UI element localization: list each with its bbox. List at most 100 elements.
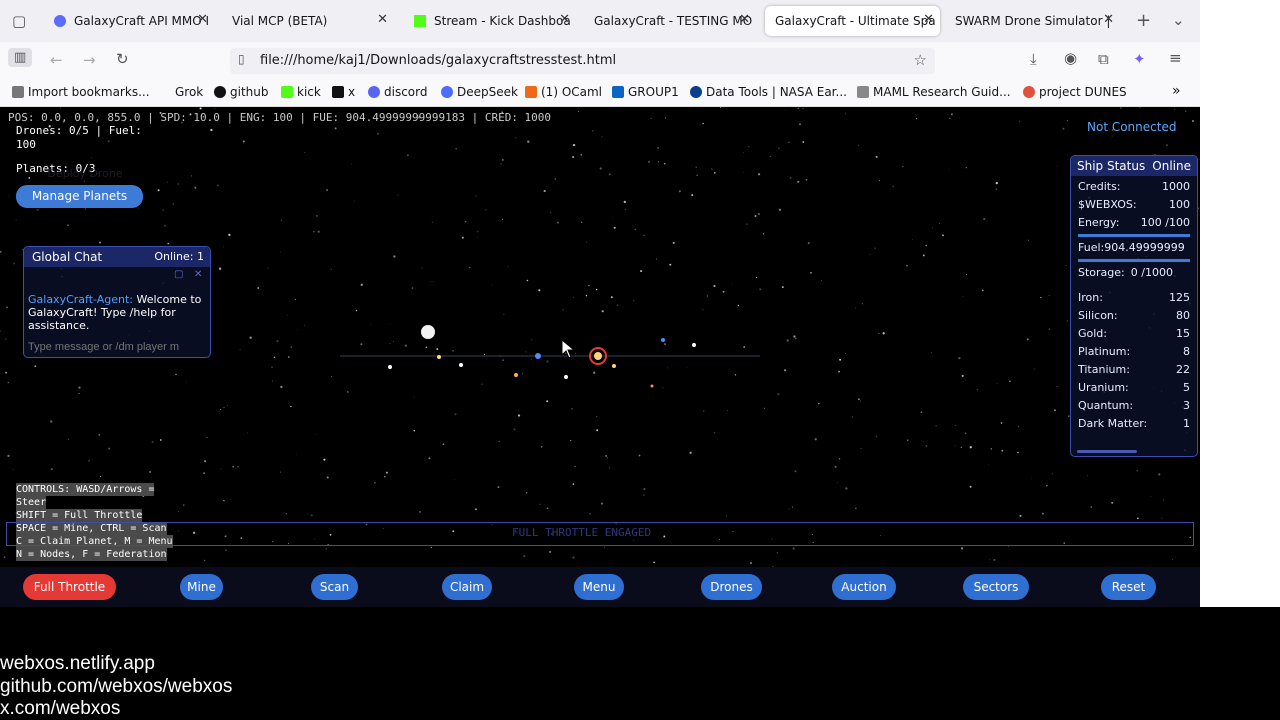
close-icon[interactable]: ✕ (923, 12, 934, 27)
connection-status: Not Connected (1087, 120, 1177, 134)
close-icon[interactable]: ✕ (377, 12, 388, 27)
bookmark-import[interactable]: Import bookmarks... (12, 85, 150, 99)
bookmarks-bar: Import bookmarks... Grok github kick x d… (0, 80, 1200, 107)
bookmark-discord[interactable]: discord (368, 85, 427, 99)
bookmarks-overflow-icon[interactable]: » (1172, 83, 1181, 99)
menu-button[interactable]: Menu (574, 574, 624, 600)
sun[interactable] (594, 352, 602, 360)
x-icon (332, 86, 344, 98)
credits-row: Credits: 1000 (1078, 180, 1190, 198)
resource-value: 22 (1176, 363, 1190, 376)
tab-galaxycraft-api[interactable]: GalaxyCraft API MMO I ✕ (44, 6, 214, 36)
controls-line: CONTROLS: WASD/Arrows = (16, 483, 155, 496)
bookmark-nasa[interactable]: Data Tools | NASA Ear... (690, 85, 847, 99)
bookmark-ocaml[interactable]: (1) OCaml (525, 85, 602, 99)
storage-label: Storage: (1078, 266, 1125, 279)
forward-icon[interactable]: → (83, 51, 96, 69)
bookmark-x[interactable]: x (332, 85, 355, 99)
back-icon[interactable]: ← (50, 51, 63, 69)
url-bar[interactable]: ▯ file:///home/kaj1/Downloads/galaxycraf… (230, 48, 935, 74)
bookmark-label: discord (384, 85, 428, 99)
sidebar-icon[interactable]: ▥ (8, 48, 33, 67)
tab-swarm-drone[interactable]: SWARM Drone Simulator | ✕ (945, 6, 1120, 36)
deploy-drone-button[interactable]: Deploy Drone (30, 165, 140, 183)
bookmark-label: Data Tools | NASA Ear... (706, 85, 847, 99)
scan-button[interactable]: Scan (311, 574, 358, 600)
manage-planets-button[interactable]: Manage Planets (16, 185, 143, 208)
claim-button[interactable]: Claim (442, 574, 492, 600)
chat-online-count: Online: 1 (154, 250, 204, 263)
planet-blue[interactable] (535, 353, 541, 359)
sectors-button[interactable]: Sectors (963, 574, 1029, 600)
footer-link-github: github.com/webxos/webxos (0, 676, 233, 697)
webxos-value: 100 (1169, 198, 1190, 211)
drones-button[interactable]: Drones (701, 574, 762, 600)
bookmark-group1[interactable]: GROUP1 (612, 85, 679, 99)
tab-title: Vial MCP (BETA) (232, 14, 328, 28)
resource-row: Silicon: 80 (1078, 309, 1190, 327)
url-text[interactable]: file:///home/kaj1/Downloads/galaxycrafts… (260, 53, 616, 68)
extensions-icon[interactable]: ⧉ (1098, 50, 1109, 68)
tab-overview-icon[interactable]: ▢ (12, 12, 26, 30)
resource-value: 8 (1183, 345, 1190, 358)
tab-title: GalaxyCraft API MMO I (74, 14, 210, 28)
chat-input[interactable] (26, 339, 208, 355)
nasa-icon (690, 86, 702, 98)
ship-status-header: Ship Status Online (1071, 156, 1197, 176)
resource-row: Titanium: 22 (1078, 363, 1190, 381)
tab-galaxycraft-ultimate[interactable]: GalaxyCraft - Ultimate Spa ✕ (765, 6, 940, 36)
resource-name: Platinum: (1078, 345, 1131, 358)
bookmark-star-icon[interactable]: ☆ (914, 51, 927, 69)
close-icon[interactable]: ✕ (739, 12, 750, 27)
menu-icon[interactable]: ≡ (1169, 49, 1182, 67)
bookmark-github[interactable]: github (214, 85, 268, 99)
chat-title: Global Chat (32, 250, 103, 264)
minimize-icon[interactable]: ▢ (174, 269, 183, 280)
new-tab-icon[interactable]: + (1136, 10, 1151, 31)
ship-status-panel: Ship Status Online Credits: 1000 $WEBXOS:… (1070, 155, 1198, 457)
full-throttle-button[interactable]: Full Throttle (23, 574, 116, 600)
page-info-icon[interactable]: ▯ (238, 52, 245, 66)
bookmark-deepseek[interactable]: DeepSeek (441, 85, 518, 99)
reload-icon[interactable]: ↻ (116, 50, 129, 68)
hud-fuel: 100 (16, 138, 36, 151)
chat-sender: GalaxyCraft-Agent: (28, 293, 134, 306)
footer-link-x: x.com/webxos (0, 698, 121, 719)
reset-button[interactable]: Reset (1101, 574, 1156, 600)
close-icon[interactable]: ✕ (1103, 12, 1114, 27)
fuel-value: Fuel:904.49999999 (1078, 241, 1185, 254)
tab-title: Stream - Kick Dashboa (434, 14, 571, 28)
resource-name: Iron: (1078, 291, 1103, 304)
panel-scrollbar[interactable] (1077, 450, 1137, 453)
bookmark-dunes[interactable]: project DUNES (1023, 85, 1127, 99)
close-icon[interactable]: ✕ (559, 12, 570, 27)
resource-name: Gold: (1078, 327, 1107, 340)
tab-strip: ▢ GalaxyCraft API MMO I ✕ Vial MCP (BETA… (0, 0, 1200, 42)
close-icon[interactable]: ✕ (194, 269, 202, 280)
discord-icon (368, 86, 380, 98)
energy-bar (1078, 234, 1190, 237)
bookmark-grok[interactable]: Grok (175, 85, 203, 99)
tab-vial-mcp[interactable]: Vial MCP (BETA) ✕ (222, 6, 394, 36)
download-icon[interactable]: ⤓ (1030, 50, 1037, 68)
planet-white[interactable] (421, 325, 435, 339)
fuel-row: Fuel:904.49999999 (1078, 241, 1190, 259)
tab-galaxycraft-testing[interactable]: GalaxyCraft - TESTING MO ✕ (584, 6, 756, 36)
resource-value: 1 (1183, 417, 1190, 430)
game-viewport[interactable]: POS: 0.0, 0.0, 855.0 | SPD: 10.0 | ENG: … (0, 107, 1200, 607)
kick-icon (281, 86, 293, 98)
bookmark-label: GROUP1 (628, 85, 679, 99)
fuel-bar (1078, 259, 1190, 262)
controls-line: Steer (16, 496, 47, 509)
tab-list-chevron-icon[interactable]: ⌄ (1172, 11, 1185, 29)
account-icon[interactable]: ◉ (1064, 49, 1077, 67)
bookmark-maml[interactable]: MAML Research Guid... (857, 85, 1011, 99)
github-icon (214, 86, 226, 98)
mine-button[interactable]: Mine (180, 574, 223, 600)
bookmark-kick[interactable]: kick (281, 85, 321, 99)
copilot-icon[interactable]: ✦ (1133, 50, 1146, 68)
close-icon[interactable]: ✕ (197, 12, 208, 27)
resource-row: Platinum: 8 (1078, 345, 1190, 363)
auction-button[interactable]: Auction (832, 574, 896, 600)
tab-kick-dashboard[interactable]: Stream - Kick Dashboa ✕ (404, 6, 576, 36)
